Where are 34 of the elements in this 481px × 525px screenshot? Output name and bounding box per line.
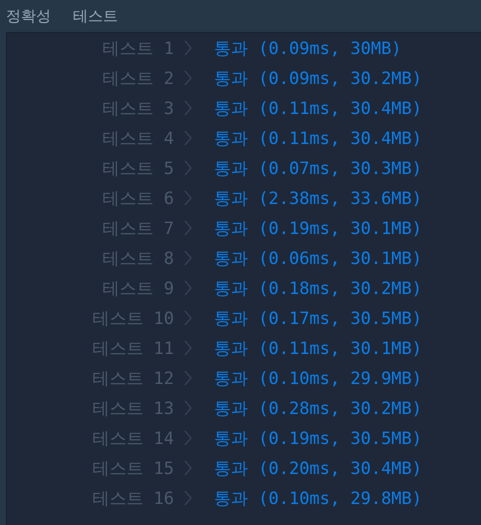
chevron-icon	[184, 460, 192, 476]
tab-label: 정확성	[6, 6, 51, 26]
test-result: 통과 (0.07ms, 30.3MB)	[214, 158, 422, 180]
chevron-icon	[184, 310, 192, 326]
tab-label: 테스트	[73, 6, 118, 26]
test-result: 통과 (0.18ms, 30.2MB)	[214, 278, 422, 300]
test-result: 통과 (0.19ms, 30.1MB)	[214, 218, 422, 240]
chevron-icon	[184, 40, 192, 56]
test-result: 통과 (2.38ms, 33.6MB)	[214, 188, 422, 210]
chevron-icon	[184, 160, 192, 176]
chevron-icon	[184, 490, 192, 506]
test-result: 통과 (0.20ms, 30.4MB)	[214, 458, 422, 480]
chevron-icon	[184, 220, 192, 236]
test-result: 통과 (0.19ms, 30.5MB)	[214, 428, 422, 450]
test-result: 통과 (0.09ms, 30.2MB)	[214, 68, 422, 90]
chevron-icon	[184, 70, 192, 86]
test-result: 통과 (0.28ms, 30.2MB)	[214, 398, 422, 420]
chevron-icon	[184, 280, 192, 296]
chevron-icon	[184, 370, 192, 386]
chevron-icon	[184, 250, 192, 266]
chevron-icon	[184, 130, 192, 146]
test-result: 통과 (0.11ms, 30.4MB)	[214, 128, 422, 150]
test-result: 통과 (0.06ms, 30.1MB)	[214, 248, 422, 270]
chevron-icon	[184, 400, 192, 416]
chevron-icon	[184, 430, 192, 446]
test-result: 통과 (0.11ms, 30.1MB)	[214, 338, 422, 360]
chevron-icon	[184, 190, 192, 206]
test-result: 통과 (0.10ms, 29.8MB)	[214, 488, 422, 510]
test-result: 통과 (0.09ms, 30MB)	[214, 38, 402, 60]
chevron-icon	[184, 100, 192, 116]
test-result: 통과 (0.10ms, 29.9MB)	[214, 368, 422, 390]
test-result: 통과 (0.17ms, 30.5MB)	[214, 308, 422, 330]
chevron-icon	[184, 340, 192, 356]
test-result: 통과 (0.11ms, 30.4MB)	[214, 98, 422, 120]
